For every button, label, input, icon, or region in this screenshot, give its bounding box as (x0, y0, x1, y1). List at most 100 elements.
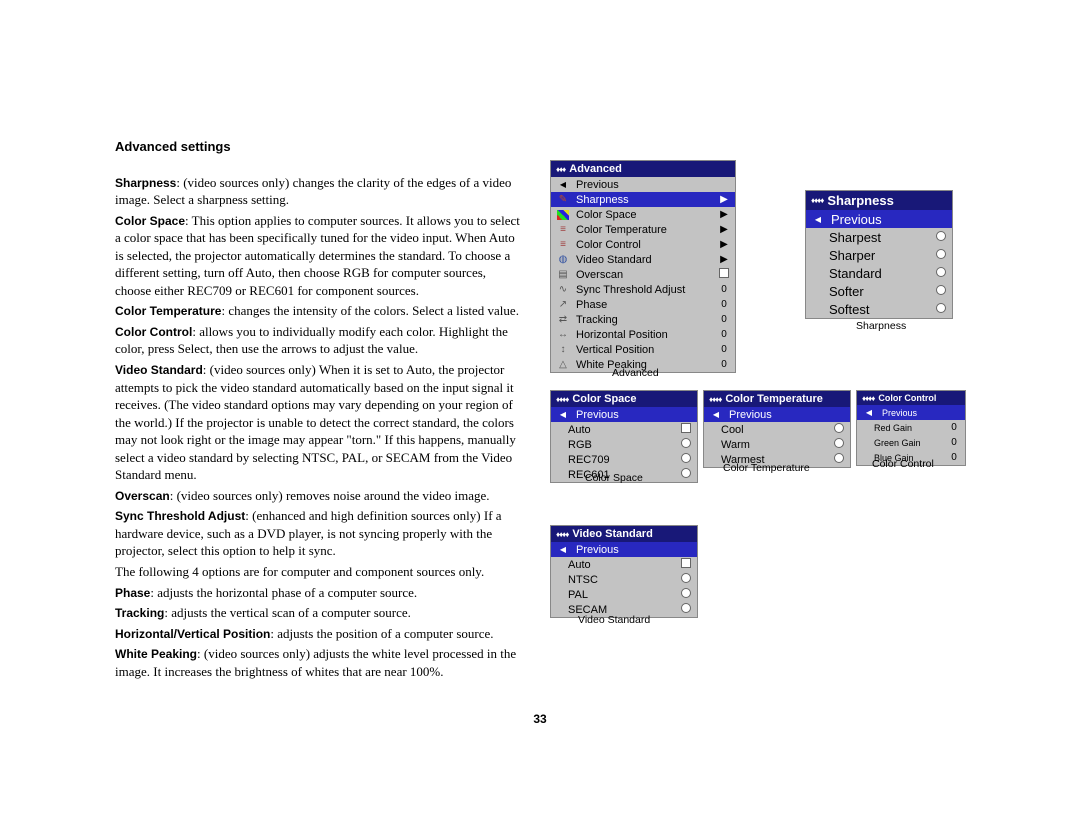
term-bold: Tracking (115, 606, 164, 620)
term-text: : adjusts the position of a computer sou… (270, 626, 493, 641)
caption-color-space: Color Space (585, 472, 643, 484)
menu-control[interactable] (718, 268, 730, 281)
menu-control[interactable] (935, 231, 947, 244)
menu-control[interactable] (680, 468, 692, 481)
ic-bars-icon (556, 239, 570, 251)
menu-item[interactable]: Sharpest (806, 228, 952, 246)
radio-icon[interactable] (936, 303, 946, 313)
menu-control[interactable]: 0 (948, 422, 960, 433)
menu-control[interactable] (935, 249, 947, 262)
menu-control[interactable]: 0 (948, 452, 960, 463)
radio-icon[interactable] (936, 249, 946, 259)
menu-item[interactable]: Color Temperature ▶ (551, 222, 735, 237)
ic-bars-icon (556, 224, 570, 236)
menu-control[interactable] (680, 423, 692, 436)
term-text: : changes the intensity of the colors. S… (221, 303, 518, 318)
menu-previous[interactable]: Previous (806, 210, 952, 228)
menu-control[interactable] (680, 603, 692, 616)
menu-control[interactable] (680, 453, 692, 466)
menu-item[interactable]: Tracking 0 (551, 312, 735, 327)
menu-control[interactable]: 0 (718, 284, 730, 295)
menu-control[interactable] (833, 453, 845, 466)
term-bold: Video Standard (115, 363, 203, 377)
menu-control[interactable] (680, 438, 692, 451)
menu-item[interactable]: Previous (551, 177, 735, 192)
menu-control[interactable]: ▶ (718, 254, 730, 265)
radio-icon[interactable] (681, 468, 691, 478)
menu-title: Color Temperature (725, 393, 823, 405)
menu-item[interactable]: Video Standard▶ (551, 252, 735, 267)
menu-control[interactable]: 0 (718, 299, 730, 310)
menu-item[interactable]: Green Gain0 (857, 435, 965, 450)
menu-item[interactable]: REC709 (551, 452, 697, 467)
menu-previous[interactable]: Previous (551, 542, 697, 557)
menu-item[interactable]: Color Space▶ (551, 207, 735, 222)
menu-item[interactable]: Warm (704, 437, 850, 452)
menu-control[interactable] (935, 267, 947, 280)
checkbox-icon[interactable] (681, 558, 691, 568)
menu-item[interactable]: Sync Threshold Adjust0 (551, 282, 735, 297)
menu-item[interactable]: Overscan (551, 267, 735, 282)
menu-control[interactable] (680, 558, 692, 571)
menu-item[interactable]: RGB (551, 437, 697, 452)
paragraph: White Peaking: (video sources only) adju… (115, 645, 525, 680)
checkbox-icon[interactable] (681, 423, 691, 433)
caption-sharpness: Sharpness (856, 320, 906, 332)
menu-control[interactable]: 0 (948, 437, 960, 448)
menu-control[interactable] (833, 438, 845, 451)
menu-item[interactable]: Red Gain0 (857, 420, 965, 435)
menu-control[interactable]: ▶ (718, 239, 730, 250)
menu-item-label: Tracking (576, 314, 712, 326)
menu-control[interactable] (680, 588, 692, 601)
menu-item[interactable]: Cool (704, 422, 850, 437)
menu-control[interactable] (833, 423, 845, 436)
menu-item-label: Sharpness (576, 194, 712, 206)
menu-item[interactable]: Auto (551, 557, 697, 572)
menu-control[interactable]: ▶ (718, 224, 730, 235)
menu-item-label: Color Temperature (576, 224, 712, 236)
menu-control[interactable]: 0 (718, 344, 730, 355)
menu-item[interactable]: NTSC (551, 572, 697, 587)
paragraph: Sync Threshold Adjust: (enhanced and hig… (115, 507, 525, 560)
level-icon: ♦♦♦♦ (709, 395, 721, 404)
menu-item[interactable]: Softer (806, 282, 952, 300)
menu-item[interactable]: Standard (806, 264, 952, 282)
menu-item[interactable]: PAL (551, 587, 697, 602)
menu-item[interactable]: Softest (806, 300, 952, 318)
term-text: : (video sources only) When it is set to… (115, 362, 516, 482)
menu-control[interactable]: 0 (718, 329, 730, 340)
menu-control[interactable]: ▶ (718, 194, 730, 205)
menu-item[interactable]: Sharpness ▶ (551, 192, 735, 207)
radio-icon[interactable] (681, 438, 691, 448)
checkbox-icon[interactable] (719, 268, 729, 278)
menu-item[interactable]: Vertical Position0 (551, 342, 735, 357)
radio-icon[interactable] (834, 438, 844, 448)
menu-control[interactable] (935, 303, 947, 316)
radio-icon[interactable] (834, 423, 844, 433)
menu-item[interactable]: Auto (551, 422, 697, 437)
radio-icon[interactable] (681, 453, 691, 463)
menu-video-standard: ♦♦♦♦Video StandardPreviousAutoNTSCPALSEC… (550, 525, 698, 618)
menu-title: Advanced (569, 163, 622, 175)
radio-icon[interactable] (681, 573, 691, 583)
menu-control[interactable] (680, 573, 692, 586)
radio-icon[interactable] (936, 267, 946, 277)
radio-icon[interactable] (834, 453, 844, 463)
menu-item[interactable]: Sharper (806, 246, 952, 264)
paragraph: Horizontal/Vertical Position: adjusts th… (115, 625, 525, 643)
radio-icon[interactable] (681, 588, 691, 598)
radio-icon[interactable] (936, 231, 946, 241)
menu-item[interactable]: Phase0 (551, 297, 735, 312)
menu-control[interactable]: 0 (718, 314, 730, 325)
menu-previous[interactable]: Previous (551, 407, 697, 422)
menu-item[interactable]: Horizontal Position0 (551, 327, 735, 342)
menu-control[interactable] (935, 285, 947, 298)
menu-previous[interactable]: Previous (704, 407, 850, 422)
radio-icon[interactable] (936, 285, 946, 295)
menu-control[interactable]: ▶ (718, 209, 730, 220)
menu-item[interactable]: Color Control▶ (551, 237, 735, 252)
menu-previous[interactable]: Previous (857, 405, 965, 420)
radio-icon[interactable] (681, 603, 691, 613)
menu-control[interactable]: 0 (718, 359, 730, 370)
level-icon: ♦♦♦♦ (556, 395, 568, 404)
